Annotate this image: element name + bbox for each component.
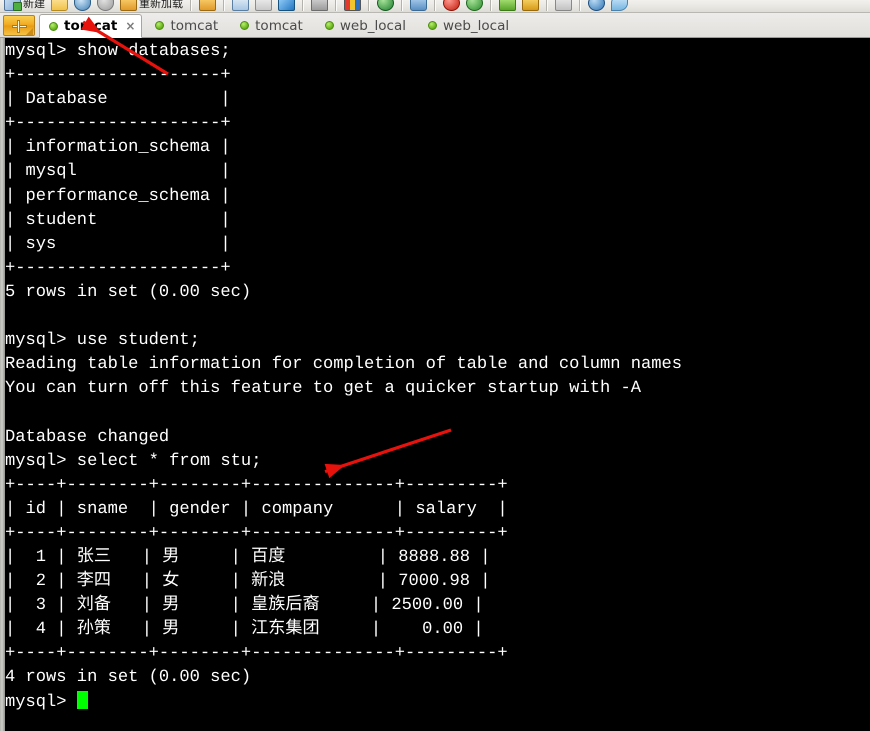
- project-button[interactable]: 重新加载: [118, 0, 185, 12]
- toolbar-items: 新建 重新加载: [0, 0, 630, 12]
- project-icon: [120, 0, 137, 11]
- tab-status-dot-icon: [427, 21, 437, 30]
- statusbar-button[interactable]: [553, 0, 574, 12]
- tab-label: tomcat: [255, 17, 303, 34]
- tab-status-dot-icon: [49, 21, 58, 31]
- main-toolbar: 新建 重新加载: [0, 0, 870, 13]
- tab-tomcat-1[interactable]: tomcat: [146, 14, 227, 37]
- people-icon: [410, 0, 427, 11]
- shield-disabled-button[interactable]: [95, 0, 116, 12]
- console-panel[interactable]: mysql> show databases; +----------------…: [0, 38, 870, 731]
- open-folder-icon: [51, 0, 68, 11]
- plus-vertical-icon: [17, 20, 20, 33]
- corner-fold-icon: [26, 28, 33, 35]
- tab-status-dot-icon: [240, 21, 250, 30]
- chart-button[interactable]: [342, 0, 363, 12]
- workspace-icon: [199, 0, 216, 11]
- tab-status-dot-icon: [155, 21, 165, 30]
- new-icon: [4, 0, 22, 11]
- help-button[interactable]: [586, 0, 607, 12]
- project-label: 重新加载: [139, 0, 183, 10]
- add-tab-button[interactable]: [3, 15, 35, 36]
- shield-button[interactable]: [72, 0, 93, 12]
- tab-close-icon[interactable]: ×: [125, 19, 135, 33]
- console-tab-bar: tomcat × tomcat tomcat web_local web_local: [0, 13, 870, 38]
- separator-9: [546, 0, 548, 11]
- terminal-cursor: [76, 690, 88, 709]
- separator-7: [434, 0, 436, 11]
- terminal-final-prompt: mysql>: [5, 692, 77, 712]
- start-green-button[interactable]: [464, 0, 485, 12]
- tab-tomcat-active[interactable]: tomcat ×: [39, 14, 143, 38]
- tab-label: web_local: [442, 17, 510, 34]
- separator-8: [490, 0, 492, 11]
- tab-tomcat-2[interactable]: tomcat: [231, 14, 312, 37]
- people-button[interactable]: [408, 0, 429, 12]
- statusbar-icon: [555, 0, 572, 11]
- window-stack-button[interactable]: [253, 0, 274, 12]
- debug-yellow-button[interactable]: [520, 0, 541, 12]
- workspace-button[interactable]: [197, 0, 218, 12]
- window-tile-icon: [232, 0, 249, 11]
- separator-6: [401, 0, 403, 11]
- tab-web_local-3[interactable]: web_local: [316, 14, 415, 37]
- window-tile-button[interactable]: [230, 0, 251, 12]
- globe-icon: [377, 0, 394, 11]
- separator-3: [302, 0, 304, 11]
- new-button[interactable]: 新建: [2, 0, 47, 12]
- debug-yellow-icon: [522, 0, 539, 11]
- chart-icon: [344, 0, 361, 11]
- debug-green-icon: [499, 0, 516, 11]
- arrow-button[interactable]: [609, 0, 630, 12]
- help-icon: [588, 0, 605, 11]
- tab-label: tomcat: [170, 17, 219, 34]
- globe-button[interactable]: [375, 0, 396, 12]
- wrench-icon: [278, 0, 295, 11]
- debug-green-button[interactable]: [497, 0, 518, 12]
- separator-1: [190, 0, 192, 11]
- tab-status-dot-icon: [324, 21, 334, 30]
- stop-red-button[interactable]: [441, 0, 462, 12]
- print-icon: [311, 0, 328, 11]
- separator-2: [223, 0, 225, 11]
- stop-red-icon: [443, 0, 460, 11]
- wrench-button[interactable]: [276, 0, 297, 12]
- separator-4: [335, 0, 337, 11]
- separator-5: [368, 0, 370, 11]
- new-label: 新建: [23, 0, 45, 10]
- print-button[interactable]: [309, 0, 330, 12]
- shield-disabled-icon: [97, 0, 114, 11]
- shield-icon: [74, 0, 91, 11]
- window-stack-icon: [255, 0, 272, 11]
- tab-label: web_local: [339, 17, 406, 34]
- tab-list: tomcat × tomcat tomcat web_local web_local: [35, 14, 518, 38]
- separator-10: [579, 0, 581, 11]
- arrow-icon: [611, 0, 628, 11]
- terminal-output[interactable]: mysql> show databases; +----------------…: [5, 38, 870, 731]
- application-window: 新建 重新加载 tomcat × tomcat tomcat web_local web_l…: [0, 0, 870, 731]
- tab-web_local-4[interactable]: web_local: [419, 14, 518, 37]
- tab-label: tomcat: [64, 18, 118, 34]
- start-green-icon: [466, 0, 483, 11]
- open-folder-button[interactable]: [49, 0, 70, 12]
